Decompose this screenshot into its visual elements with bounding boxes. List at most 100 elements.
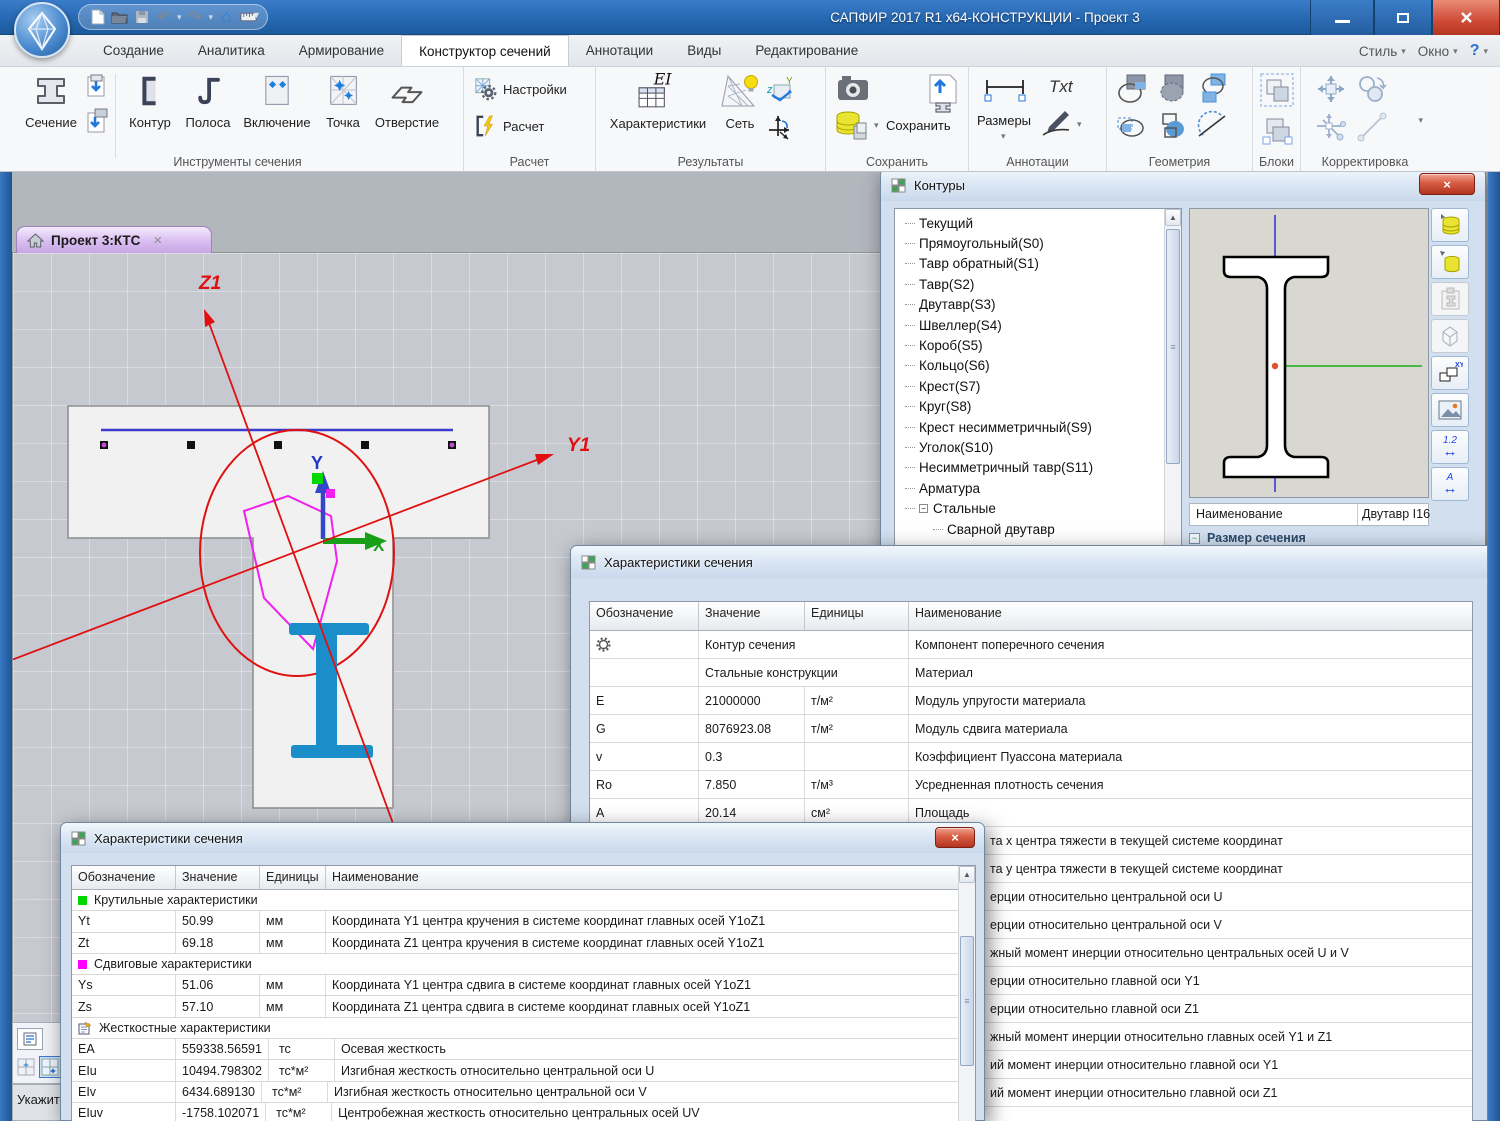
inclusion-button[interactable]: Включение bbox=[237, 72, 317, 130]
table-row[interactable]: Контур сечения Компонент поперечного сеч… bbox=[590, 631, 1472, 659]
properties2-scrollbar[interactable]: ▲ ≡ bbox=[958, 866, 975, 1121]
tab-redaktirovanie[interactable]: Редактирование bbox=[738, 35, 875, 66]
tree-collapse-icon[interactable]: − bbox=[919, 504, 928, 513]
tree-item-stalnye[interactable]: −Стальные bbox=[897, 498, 1181, 518]
group-row-shear[interactable]: Сдвиговые характеристики bbox=[72, 954, 958, 975]
minimize-button[interactable] bbox=[1310, 0, 1374, 35]
text-button[interactable]: Txt bbox=[1049, 77, 1073, 97]
tree-item-s0[interactable]: Прямоугольный(S0) bbox=[897, 233, 1181, 253]
section-button[interactable]: Сечение bbox=[20, 72, 82, 130]
tree-item-s3[interactable]: Двутавр(S3) bbox=[897, 295, 1181, 315]
rotate-icon[interactable] bbox=[1355, 72, 1391, 106]
stretch-icon[interactable] bbox=[1355, 110, 1391, 144]
paste-section-button[interactable] bbox=[1431, 282, 1469, 316]
table-row[interactable]: EA559338.56591тсОсевая жесткость bbox=[72, 1039, 958, 1060]
contour-button[interactable]: Контур bbox=[121, 72, 179, 130]
tree-item-s5[interactable]: Короб(S5) bbox=[897, 335, 1181, 355]
tree-item-svarnoj-dvutavr[interactable]: Сварной двутавр bbox=[925, 519, 1181, 539]
scroll-up-icon[interactable]: ▲ bbox=[1165, 209, 1181, 226]
import-section-icon[interactable] bbox=[82, 74, 110, 102]
tree-item-s10[interactable]: Уголок(S10) bbox=[897, 437, 1181, 457]
table-row[interactable]: Ys51.06ммКоордината Y1 центра сдвига в с… bbox=[72, 975, 958, 996]
numeric-dimensions-button[interactable]: 1.2↔ bbox=[1431, 430, 1469, 464]
move-icon[interactable] bbox=[1313, 72, 1349, 106]
open-folder-icon[interactable] bbox=[111, 9, 128, 26]
save-icon[interactable] bbox=[133, 9, 150, 26]
document-tab[interactable]: Проект 3:КТС × bbox=[16, 226, 212, 253]
style-dropdown-icon[interactable]: ▾ bbox=[1401, 46, 1406, 57]
tab-analitika[interactable]: Аналитика bbox=[181, 35, 282, 66]
tree-item-current[interactable]: Текущий bbox=[897, 213, 1181, 233]
characteristics-button[interactable]: EI Характеристики bbox=[602, 71, 714, 131]
help-dropdown-icon[interactable]: ▾ bbox=[1483, 46, 1488, 57]
help-menu[interactable]: ? bbox=[1470, 42, 1480, 60]
save-button[interactable]: Сохранить bbox=[886, 118, 951, 133]
tree-item-s7[interactable]: Крест(S7) bbox=[897, 376, 1181, 396]
collapse-icon[interactable]: − bbox=[1189, 533, 1200, 544]
update-model-icon[interactable]: ⌂ bbox=[218, 9, 235, 26]
point-button[interactable]: Точка bbox=[317, 72, 369, 130]
style-menu[interactable]: Стиль bbox=[1359, 44, 1397, 59]
properties2-titlebar[interactable]: Характеристики сечения bbox=[61, 823, 984, 853]
table-row[interactable]: Zs57.10ммКоордината Z1 центра сдвига в с… bbox=[72, 996, 958, 1017]
save-fragment-icon[interactable] bbox=[922, 73, 964, 113]
view-3d-button[interactable] bbox=[1431, 319, 1469, 353]
scale-icon[interactable] bbox=[1313, 110, 1349, 144]
group-row-torsion[interactable]: Крутильные характеристики bbox=[72, 890, 958, 911]
tab-konstruktor-sechenij[interactable]: Конструктор сечений bbox=[401, 35, 569, 66]
correction-dropdown-icon[interactable]: ▾ bbox=[1418, 115, 1423, 126]
contours-tree[interactable]: Текущий Прямоугольный(S0) Тавр обратный(… bbox=[894, 208, 1182, 558]
axes-3d-icon[interactable] bbox=[766, 113, 796, 143]
save-to-library-button[interactable] bbox=[1431, 208, 1469, 242]
tab-vidy[interactable]: Виды bbox=[670, 35, 738, 66]
dimensions-button[interactable]: Размеры bbox=[977, 113, 1031, 128]
boolean-subtract-icon[interactable] bbox=[1155, 72, 1191, 106]
create-block-icon[interactable] bbox=[1259, 72, 1295, 108]
boolean-merge-icon[interactable] bbox=[1155, 110, 1191, 144]
load-from-library-button[interactable] bbox=[1431, 245, 1469, 279]
strip-button[interactable]: Полоса bbox=[179, 72, 237, 130]
document-tab-close-icon[interactable]: × bbox=[153, 232, 162, 249]
maximize-button[interactable] bbox=[1374, 0, 1432, 35]
tree-item-s9[interactable]: Крест несимметричный(S9) bbox=[897, 417, 1181, 437]
import-dxf-icon[interactable] bbox=[82, 108, 110, 136]
image-button[interactable] bbox=[1431, 393, 1469, 427]
tree-item-s2[interactable]: Тавр(S2) bbox=[897, 274, 1181, 294]
tree-scroll-thumb[interactable]: ≡ bbox=[1166, 229, 1180, 464]
table-row[interactable]: Yt50.99ммКоордината Y1 центра кручения в… bbox=[72, 911, 958, 932]
properties2-close-button[interactable]: × bbox=[935, 827, 975, 848]
axes-zy-icon[interactable]: zY bbox=[766, 75, 796, 105]
tree-item-s1[interactable]: Тавр обратный(S1) bbox=[897, 254, 1181, 274]
properties-panel-button[interactable] bbox=[17, 1028, 43, 1050]
table-row[interactable]: EIu10494.798302тс*м²Изгибная жесткость о… bbox=[72, 1060, 958, 1081]
section-name-value[interactable]: Двутавр I16 bbox=[1358, 504, 1434, 525]
contours-close-button[interactable]: × bbox=[1419, 173, 1475, 195]
pen-dropdown-icon[interactable]: ▾ bbox=[1077, 119, 1082, 130]
mesh-button[interactable]: Сеть bbox=[714, 71, 766, 131]
save-db-dropdown-icon[interactable]: ▾ bbox=[874, 120, 879, 131]
scroll-up-icon[interactable]: ▲ bbox=[959, 866, 975, 883]
tree-item-s8[interactable]: Круг(S8) bbox=[897, 397, 1181, 417]
properties2-table[interactable]: Обозначение Значение Единицы Наименовани… bbox=[71, 865, 976, 1121]
new-file-icon[interactable] bbox=[89, 9, 106, 26]
app-logo-orb[interactable] bbox=[14, 2, 70, 58]
edit-block-icon[interactable] bbox=[1259, 113, 1295, 149]
snapshot-icon[interactable] bbox=[836, 75, 870, 103]
boolean-intersect-icon[interactable] bbox=[1195, 72, 1231, 106]
split-contour-icon[interactable] bbox=[1195, 110, 1231, 144]
undo-icon[interactable]: ↶ bbox=[155, 9, 172, 26]
grid-tool-button[interactable] bbox=[15, 1056, 37, 1078]
tree-item-s6[interactable]: Кольцо(S6) bbox=[897, 356, 1181, 376]
table-row[interactable]: Стальные конструкции Материал bbox=[590, 659, 1472, 687]
save-db-icon[interactable] bbox=[834, 109, 870, 143]
tab-sozdanie[interactable]: Создание bbox=[86, 35, 181, 66]
xy-plane-button[interactable]: XY bbox=[1431, 356, 1469, 390]
table-row[interactable]: EIuv-1758.102071тс*м²Центробежная жестко… bbox=[72, 1103, 958, 1121]
calc-run-button[interactable]: Расчет bbox=[474, 114, 595, 138]
dimension-icon[interactable] bbox=[983, 77, 1027, 103]
table-row[interactable]: Zt69.18ммКоордината Z1 центра кручения в… bbox=[72, 933, 958, 954]
group-row-stiffness[interactable]: Жесткостные характеристики bbox=[72, 1018, 958, 1039]
letter-dimensions-button[interactable]: A↔ bbox=[1431, 467, 1469, 501]
tree-scrollbar[interactable]: ▲ ≡ bbox=[1164, 209, 1181, 557]
tab-annotacii[interactable]: Аннотации bbox=[569, 35, 670, 66]
